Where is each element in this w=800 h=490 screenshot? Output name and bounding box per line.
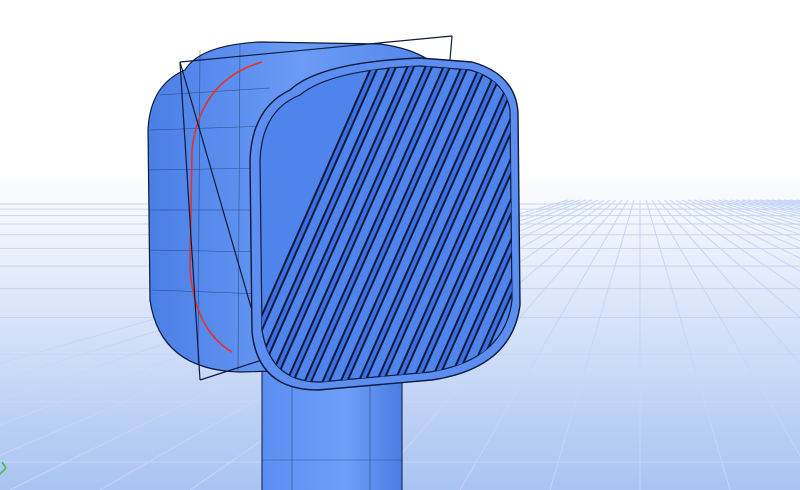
scene-canvas[interactable] xyxy=(0,0,800,490)
3d-viewport[interactable] xyxy=(0,0,800,490)
